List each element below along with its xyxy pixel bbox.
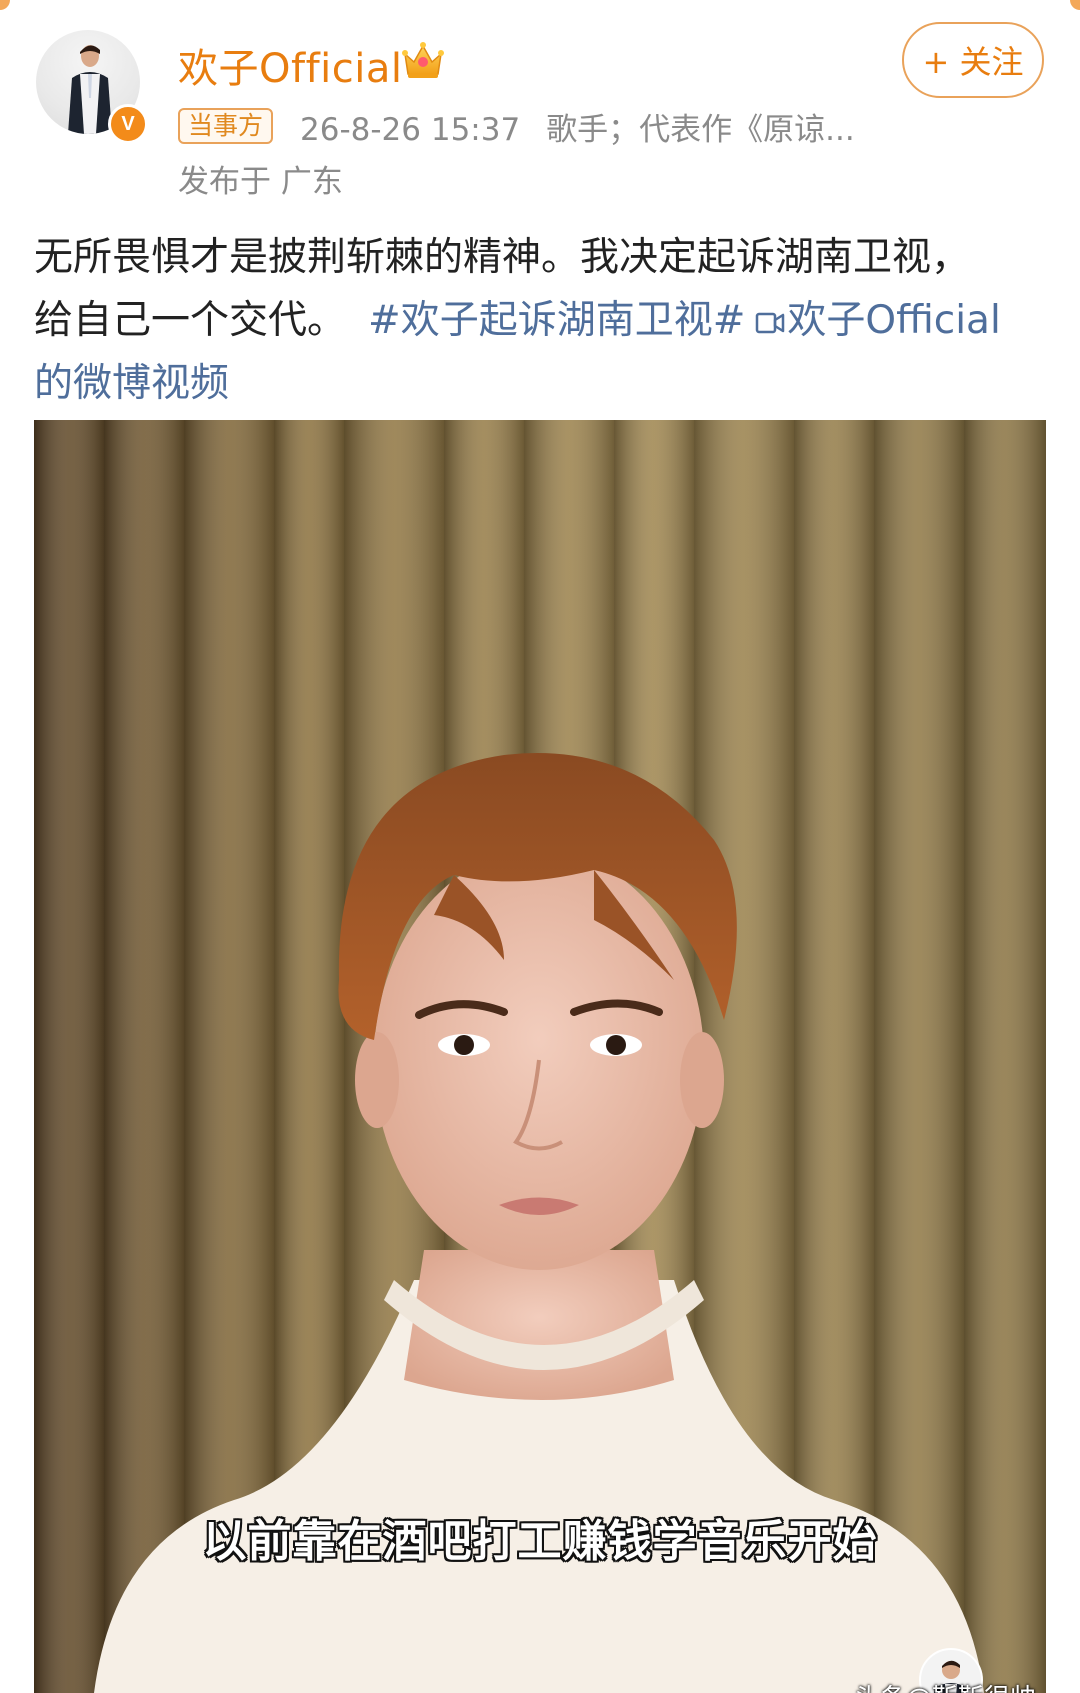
post-body: 无所畏惧才是披荆斩棘的精神。我决定起诉湖南卫视， 给自己一个交代。 #欢子起诉湖南… [34,226,1054,415]
weibo-post-screen: V 欢子Official 当事方 26-8-26 15:37 歌手；代表作《原谅.… [0,0,1080,1693]
party-tag-badge: 当事方 [178,108,274,144]
video-link[interactable]: 的微博视频 [34,352,1054,415]
video-watermark: 头条@靳靳很帅 [854,1678,1036,1693]
post-location: 发布于 广东 [178,164,343,200]
video-player[interactable]: 以前靠在酒吧打工赚钱学音乐开始 头条@靳靳很帅 [34,420,1046,1693]
verified-v-icon: V [108,104,148,144]
follow-button[interactable]: + 关注 [902,22,1044,98]
video-link[interactable]: 欢子Official [787,298,1000,343]
post-timestamp: 26-8-26 15:37 [300,112,521,148]
post-text-line: 无所畏惧才是披荆斩棘的精神。我决定起诉湖南卫视， [34,235,971,280]
post-meta: 26-8-26 15:37 歌手；代表作《原谅... [300,104,855,149]
hashtag-link[interactable]: #欢子起诉湖南卫视# [368,298,745,343]
video-camera-icon [756,312,785,334]
post-text-line: 给自己一个交代。 #欢子起诉湖南卫视# 欢子Official [34,289,1054,352]
crown-icon [402,42,444,78]
corner-accent [0,0,10,10]
author-name[interactable]: 欢子Official [178,36,403,94]
video-frame [34,420,1046,1693]
author-description[interactable]: 歌手；代表作《原谅... [546,112,855,148]
video-subtitle: 以前靠在酒吧打工赚钱学音乐开始 [202,1516,878,1567]
post-text-segment: 给自己一个交代。 [34,298,347,343]
corner-accent [1070,0,1080,10]
